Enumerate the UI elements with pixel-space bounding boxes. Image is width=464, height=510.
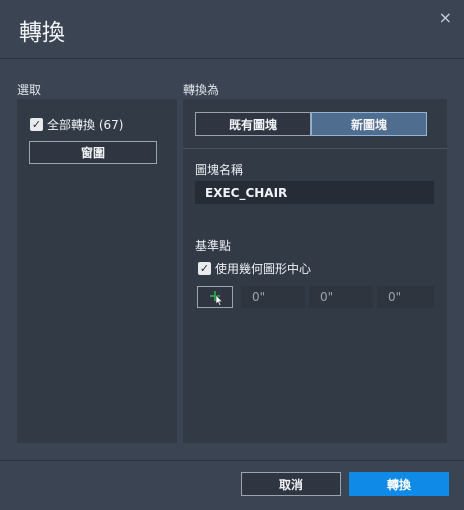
cancel-button[interactable]: 取消 (241, 472, 341, 496)
pick-point-icon (210, 291, 223, 306)
convert-button[interactable]: 轉換 (349, 472, 449, 496)
footer-divider (0, 460, 464, 461)
coord-x-input[interactable]: 0" (241, 286, 305, 308)
checkbox-checked-icon[interactable]: ✓ (30, 118, 43, 131)
tabs-divider (183, 148, 447, 149)
dialog-titlebar: 轉換 × (0, 0, 464, 58)
close-icon[interactable]: × (439, 8, 452, 27)
tab-new-block[interactable]: 新圖塊 (311, 112, 427, 136)
use-geometry-center-label: 使用幾何圖形中心 (215, 262, 312, 276)
checkbox-checked-icon[interactable]: ✓ (198, 262, 211, 275)
coord-y-input[interactable]: 0" (309, 286, 373, 308)
block-name-input[interactable]: EXEC_CHAIR (195, 181, 434, 204)
use-geometry-center-option[interactable]: ✓ 使用幾何圖形中心 (198, 260, 311, 277)
convert-all-label: 全部轉換 (67) (47, 118, 124, 132)
convert-to-label: 轉換為 (183, 83, 220, 97)
convert-dialog: 轉換 × 選取 ✓ 全部轉換 (67) 窗圍 轉換為 既有圖塊 新圖塊 圖塊名稱… (0, 0, 464, 510)
selection-panel: ✓ 全部轉換 (67) 窗圍 (17, 99, 177, 443)
dialog-title: 轉換 (19, 20, 65, 46)
convert-all-option[interactable]: ✓ 全部轉換 (67) (30, 116, 123, 133)
tab-existing-block[interactable]: 既有圖塊 (195, 112, 311, 136)
coord-z-input[interactable]: 0" (377, 286, 434, 308)
base-point-label: 基準點 (195, 239, 232, 253)
fence-button[interactable]: 窗圍 (29, 141, 157, 164)
title-divider (0, 58, 464, 59)
pick-point-button[interactable] (197, 286, 233, 308)
block-name-label: 圖塊名稱 (195, 163, 244, 177)
selection-label: 選取 (17, 83, 42, 97)
